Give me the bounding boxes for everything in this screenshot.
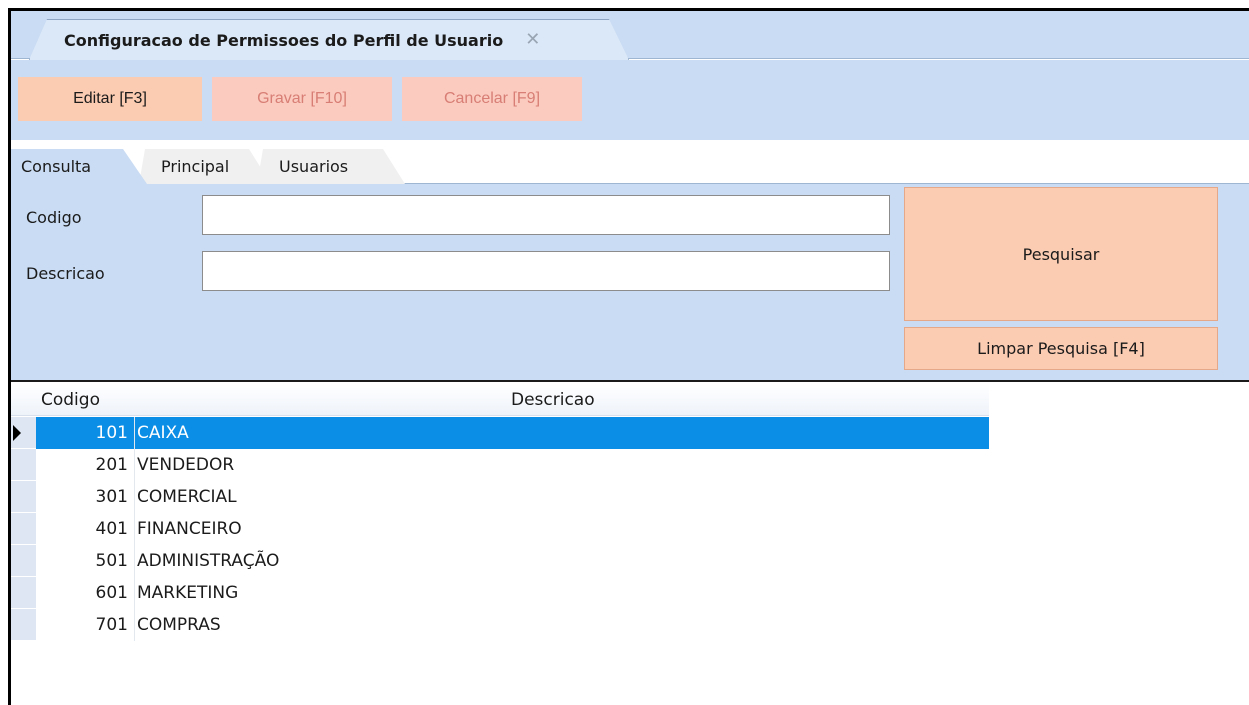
tab-principal[interactable]: Principal [139,149,271,184]
cell-descricao: FINANCEIRO [134,513,989,545]
row-indicator [11,609,36,641]
descricao-input[interactable] [202,251,890,291]
results-grid[interactable]: Codigo Descricao 101 CAIXA 201 VENDEDOR … [11,384,989,641]
document-tab[interactable]: Configuracao de Permissoes do Perfil de … [29,19,629,60]
cell-codigo: 701 [95,615,128,635]
cell-descricao: COMERCIAL [134,481,989,513]
row-indicator [11,513,36,545]
page-tabs: Usuarios Principal Consulta [11,144,1249,184]
close-icon[interactable]: ✕ [525,31,540,49]
cell-codigo: 501 [95,551,128,571]
save-button[interactable]: Gravar [F10] [212,77,392,121]
table-row[interactable]: 601 MARKETING [11,577,989,609]
toolbar: Editar [F3] Gravar [F10] Cancelar [F9] [11,60,1249,142]
edit-button[interactable]: Editar [F3] [18,77,202,121]
table-row[interactable]: 401 FINANCEIRO [11,513,989,545]
tab-consulta[interactable]: Consulta [11,149,147,184]
row-indicator [11,417,36,449]
cancel-button[interactable]: Cancelar [F9] [402,77,582,121]
row-indicator [11,481,36,513]
table-row[interactable]: 501 ADMINISTRAÇÃO [11,545,989,577]
search-panel: Codigo Descricao Pesquisar Limpar Pesqui… [11,184,1249,382]
table-row[interactable]: 201 VENDEDOR [11,449,989,481]
row-arrow-icon [13,425,21,441]
column-header-descricao[interactable]: Descricao [511,390,595,410]
cell-descricao: VENDEDOR [134,449,989,481]
cell-codigo: 401 [95,519,128,539]
cell-descricao: COMPRAS [134,609,989,641]
cell-codigo: 601 [95,583,128,603]
document-tab-strip: Configuracao de Permissoes do Perfil de … [11,11,1249,60]
grid-header: Codigo Descricao [11,384,989,416]
codigo-input[interactable] [202,195,890,235]
cell-descricao: MARKETING [134,577,989,609]
grid-body: 101 CAIXA 201 VENDEDOR 301 COMERCIAL 401… [11,417,989,641]
tab-usuarios[interactable]: Usuarios [257,149,405,184]
clear-search-button[interactable]: Limpar Pesquisa [F4] [904,327,1218,370]
cell-descricao: ADMINISTRAÇÃO [134,545,989,577]
row-indicator [11,449,36,481]
codigo-label: Codigo [26,208,82,227]
cell-descricao: CAIXA [134,417,989,449]
search-button[interactable]: Pesquisar [904,187,1218,321]
cell-codigo: 101 [36,417,134,449]
row-indicator [11,577,36,609]
descricao-label: Descricao [26,264,105,283]
cell-codigo: 201 [95,455,128,475]
cell-codigo: 301 [95,487,128,507]
table-row[interactable]: 701 COMPRAS [11,609,989,641]
window-frame: Configuracao de Permissoes do Perfil de … [8,8,1249,705]
document-tab-title: Configuracao de Permissoes do Perfil de … [64,30,504,50]
row-indicator [11,545,36,577]
column-header-codigo[interactable]: Codigo [41,390,100,410]
table-row[interactable]: 101 CAIXA [11,417,989,449]
table-row[interactable]: 301 COMERCIAL [11,481,989,513]
